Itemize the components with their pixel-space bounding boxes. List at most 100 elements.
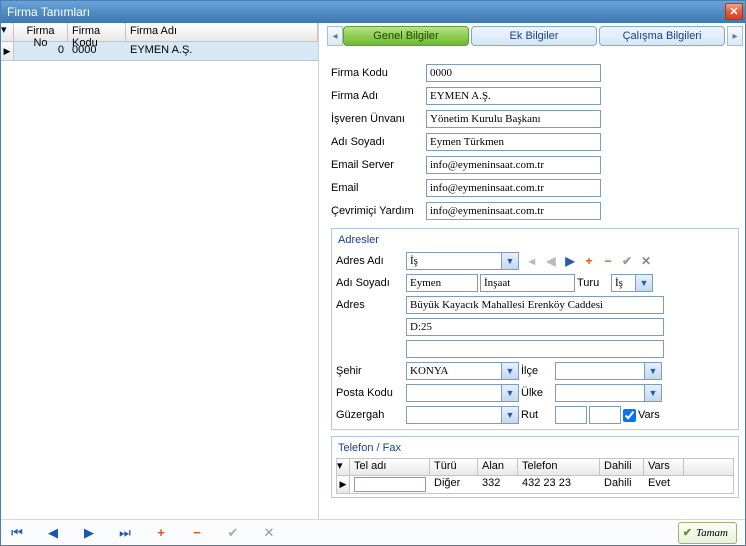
addr-nav-prev-icon[interactable]: ◀ xyxy=(544,254,558,268)
rut1-input[interactable] xyxy=(555,406,587,424)
nav-last-icon[interactable]: ⏭ xyxy=(117,525,133,541)
turu-input[interactable] xyxy=(611,274,636,292)
label-adres: Adres xyxy=(336,299,404,311)
col-tel-adi[interactable]: Tel adı xyxy=(350,459,430,475)
row-indicator-icon: ▶ xyxy=(1,42,14,60)
turu-combo[interactable]: ▼ xyxy=(611,274,653,292)
addr-add-icon[interactable]: + xyxy=(582,254,596,268)
label-email-server: Email Server xyxy=(331,159,426,171)
tab-scroll-right[interactable]: ▸ xyxy=(727,26,743,46)
cevrimici-yardim-input[interactable] xyxy=(426,202,601,220)
table-row[interactable]: ▶ 0 0000 EYMEN A.Ş. xyxy=(1,42,318,61)
firma-kodu-input[interactable] xyxy=(426,64,601,82)
label-vars: Vars xyxy=(638,409,660,421)
nav-prev-icon[interactable]: ◀ xyxy=(45,525,61,541)
addr-remove-icon[interactable]: − xyxy=(601,254,615,268)
nav-confirm-icon[interactable]: ✔ xyxy=(225,525,241,541)
tamam-button[interactable]: ✔ Tamam xyxy=(678,522,737,544)
adres-adi-combo[interactable]: ▼ xyxy=(406,252,519,270)
phone-table-row[interactable]: ▶ Diğer 332 432 23 23 Dahili Evet xyxy=(336,476,734,494)
tel-adi-input[interactable] xyxy=(354,477,426,492)
isveren-unvani-input[interactable] xyxy=(426,110,601,128)
label-guzergah: Güzergah xyxy=(336,409,404,421)
chevron-down-icon[interactable]: ▼ xyxy=(636,274,653,292)
label-turu: Turu xyxy=(577,277,609,289)
label-rut: Rut xyxy=(521,409,553,421)
label-adi-soyadi: Adı Soyadı xyxy=(331,136,426,148)
cell-firma-kodu: 0000 xyxy=(68,42,126,60)
adres-adi-input[interactable] xyxy=(406,252,502,270)
label-firma-kodu: Firma Kodu xyxy=(331,67,426,79)
col-telefon[interactable]: Telefon xyxy=(518,459,600,475)
chevron-down-icon[interactable]: ▼ xyxy=(502,384,519,402)
addr-confirm-icon[interactable]: ✔ xyxy=(620,254,634,268)
chevron-down-icon[interactable]: ▼ xyxy=(645,384,662,402)
firma-adi-input[interactable] xyxy=(426,87,601,105)
telefon-fieldset: Telefon / Fax ▾ Tel adı Türü Alan Telefo… xyxy=(331,436,739,498)
nav-add-icon[interactable]: + xyxy=(153,525,169,541)
titlebar: Firma Tanımları ✕ xyxy=(1,1,745,23)
cell-telefon: 432 23 23 xyxy=(518,476,600,493)
chevron-down-icon[interactable]: ▼ xyxy=(645,362,662,380)
addr-cancel-icon[interactable]: ✕ xyxy=(639,254,653,268)
col-firma-adi[interactable]: Firma Adı xyxy=(126,23,318,41)
nav-first-icon[interactable]: ⏮ xyxy=(9,525,25,541)
window-title: Firma Tanımları xyxy=(7,5,90,19)
grid-selector-col[interactable]: ▾ xyxy=(1,23,14,41)
col-vars[interactable]: Vars xyxy=(644,459,684,475)
tab-scroll-left[interactable]: ◂ xyxy=(327,26,343,46)
ilce-combo[interactable]: ▼ xyxy=(555,362,662,380)
label-firma-adi: Firma Adı xyxy=(331,90,426,102)
tab-ek-bilgiler[interactable]: Ek Bilgiler xyxy=(471,26,597,46)
ulke-input[interactable] xyxy=(555,384,645,402)
adres-line2-input[interactable] xyxy=(406,318,664,336)
adresler-fieldset: Adresler Adres Adı ▼ ◂ ◀ ▶ + − ✔ ✕ xyxy=(331,228,739,430)
col-turu[interactable]: Türü xyxy=(430,459,478,475)
posta-combo[interactable]: ▼ xyxy=(406,384,519,402)
cell-firma-adi: EYMEN A.Ş. xyxy=(126,42,318,60)
chevron-down-icon[interactable]: ▼ xyxy=(502,252,519,270)
label-ilce: İlçe xyxy=(521,365,553,377)
posta-input[interactable] xyxy=(406,384,502,402)
adres-line1-input[interactable] xyxy=(406,296,664,314)
col-alan[interactable]: Alan xyxy=(478,459,518,475)
chevron-down-icon[interactable]: ▼ xyxy=(502,362,519,380)
email-input[interactable] xyxy=(426,179,601,197)
sehir-combo[interactable]: ▼ xyxy=(406,362,519,380)
guzergah-combo[interactable]: ▼ xyxy=(406,406,519,424)
grid-header: ▾ Firma No Firma Kodu Firma Adı xyxy=(1,23,318,42)
nav-next-icon[interactable]: ▶ xyxy=(81,525,97,541)
label-adres-adi: Adres Adı xyxy=(336,255,404,267)
label-ulke: Ülke xyxy=(521,387,553,399)
addr-ad-input[interactable] xyxy=(406,274,478,292)
tab-calisma-bilgileri[interactable]: Çalışma Bilgileri xyxy=(599,26,725,46)
close-button[interactable]: ✕ xyxy=(725,3,743,20)
addr-nav-next-icon[interactable]: ▶ xyxy=(563,254,577,268)
email-server-input[interactable] xyxy=(426,156,601,174)
chevron-down-icon[interactable]: ▼ xyxy=(502,406,519,424)
addr-soyad-input[interactable] xyxy=(480,274,575,292)
nav-remove-icon[interactable]: − xyxy=(189,525,205,541)
addr-nav-first-icon[interactable]: ◂ xyxy=(525,254,539,268)
col-firma-kodu[interactable]: Firma Kodu xyxy=(68,23,126,41)
cell-firma-no: 0 xyxy=(14,42,68,60)
ilce-input[interactable] xyxy=(555,362,645,380)
adi-soyadi-input[interactable] xyxy=(426,133,601,151)
tab-genel-bilgiler[interactable]: Genel Bilgiler xyxy=(343,26,469,46)
vars-checkbox[interactable] xyxy=(623,409,636,422)
phone-grid-header: ▾ Tel adı Türü Alan Telefon Dahili Vars xyxy=(336,458,734,476)
label-addr-adi-soyadi: Adı Soyadı xyxy=(336,277,404,289)
check-icon: ✔ xyxy=(683,526,692,539)
col-firma-no[interactable]: Firma No xyxy=(14,23,68,41)
telefon-legend: Telefon / Fax xyxy=(336,440,734,458)
col-dahili[interactable]: Dahili xyxy=(600,459,644,475)
label-isveren-unvani: İşveren Ünvanı xyxy=(331,113,426,125)
sehir-input[interactable] xyxy=(406,362,502,380)
nav-cancel-icon[interactable]: ✕ xyxy=(261,525,277,541)
phone-selector-col[interactable]: ▾ xyxy=(337,459,350,475)
footer-toolbar: ⏮ ◀ ▶ ⏭ + − ✔ ✕ ✔ Tamam xyxy=(1,519,745,545)
ulke-combo[interactable]: ▼ xyxy=(555,384,662,402)
guzergah-input[interactable] xyxy=(406,406,502,424)
rut2-input[interactable] xyxy=(589,406,621,424)
adres-line3-input[interactable] xyxy=(406,340,664,358)
